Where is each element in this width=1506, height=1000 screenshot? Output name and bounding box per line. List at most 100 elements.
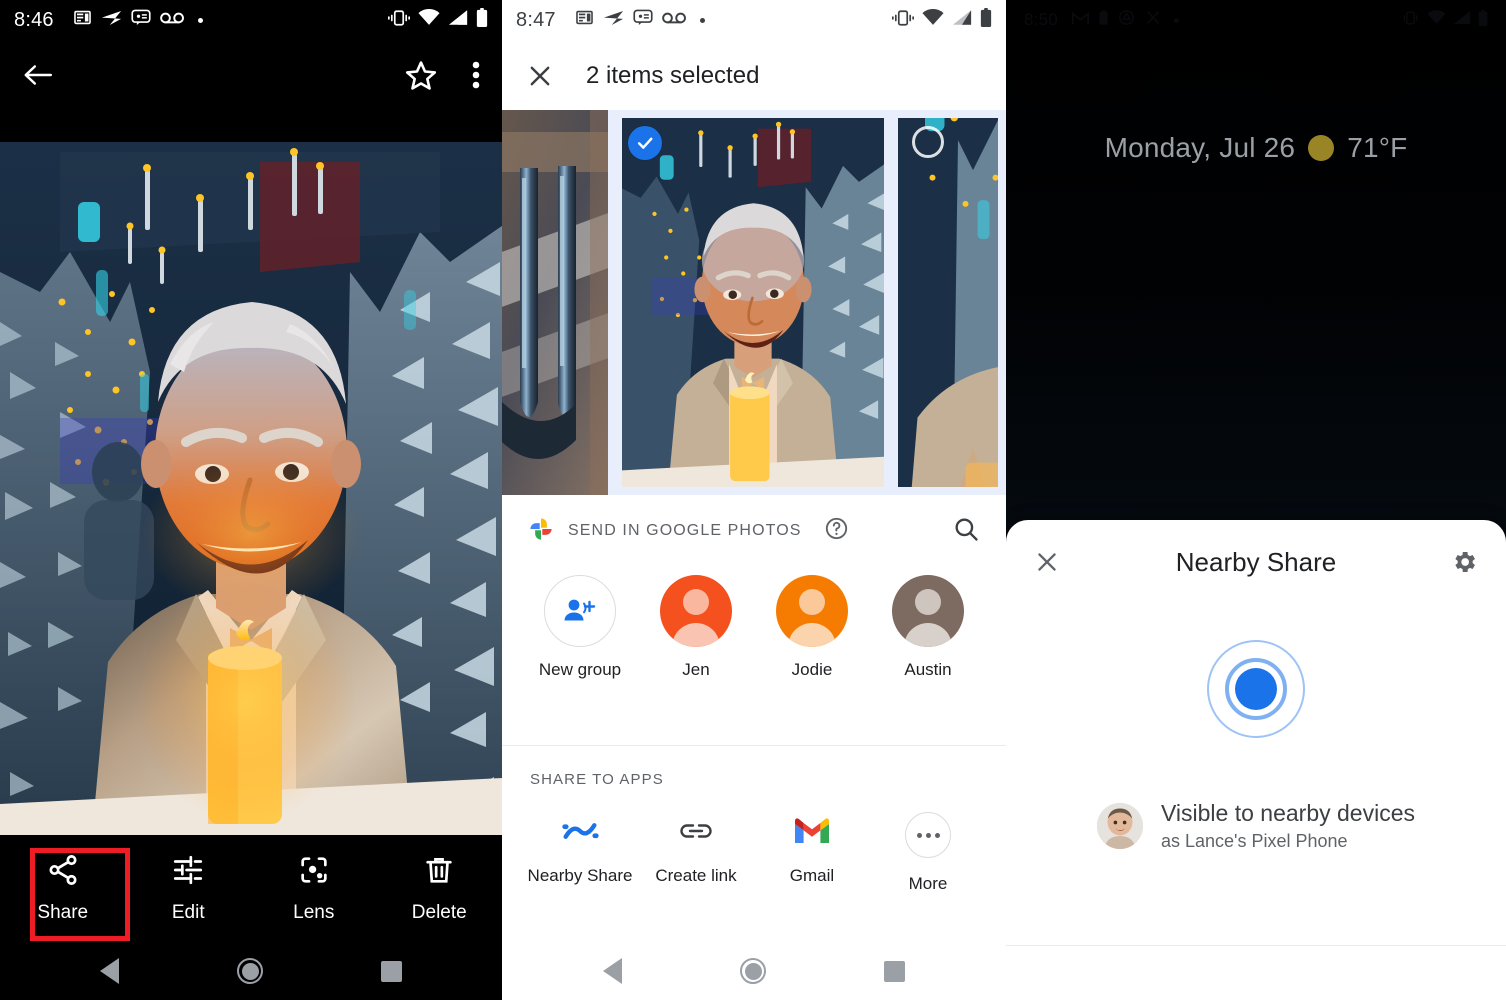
section-divider (502, 745, 1006, 746)
edit-button[interactable]: Edit (126, 835, 252, 942)
nearby-share-button[interactable]: Nearby Share (522, 812, 638, 922)
avatar (892, 575, 964, 647)
chat-icon (131, 9, 151, 31)
nav-back-icon[interactable] (100, 958, 119, 984)
thumbnail-selected-check[interactable] (628, 126, 662, 160)
sheet-title: Nearby Share (1175, 546, 1337, 577)
nav-home-icon[interactable] (740, 958, 766, 984)
radar-outer-ring (1207, 640, 1305, 738)
signal-icon (448, 9, 468, 31)
thumbnail-unselected-check[interactable] (912, 126, 944, 158)
news-icon (73, 8, 92, 32)
share-to-apps-row: Nearby Share Create link Gmail More (502, 812, 1006, 922)
thumbnail-image (614, 110, 892, 495)
link-icon (671, 812, 721, 850)
vibrate-icon (1401, 10, 1420, 30)
close-icon[interactable] (1034, 549, 1060, 575)
contact-new-group[interactable]: New group (522, 575, 638, 710)
wifi-icon (922, 8, 944, 31)
panel-photo-viewer: 8:46 Share Edit Lens Delete (0, 0, 502, 1000)
more-button[interactable]: More (870, 812, 986, 922)
contacts-row: New group Jen Jodie Austin (502, 575, 1006, 710)
photo-action-bar: Share Edit Lens Delete (0, 835, 502, 942)
delete-button[interactable]: Delete (377, 835, 503, 942)
contact-name: New group (538, 660, 622, 679)
status-bar: 8:50 (1006, 0, 1506, 40)
arrow-back-icon[interactable] (22, 61, 54, 89)
system-nav-bar (0, 942, 502, 1000)
avatar (776, 575, 848, 647)
nearby-share-icon (555, 812, 605, 850)
news-icon (575, 8, 594, 32)
more-horiz-icon (905, 812, 951, 858)
thumbnail-item[interactable] (614, 110, 892, 495)
battery-icon (980, 8, 992, 32)
dot-icon (934, 832, 940, 838)
nav-recents-icon[interactable] (381, 960, 402, 982)
status-time: 8:46 (14, 8, 54, 31)
thumbnail-item[interactable] (898, 110, 998, 495)
radar-core-dot (1235, 668, 1277, 710)
dot-icon (699, 17, 705, 23)
thumbnail-image (898, 110, 998, 495)
vibrate-icon (892, 9, 914, 31)
contact-jen[interactable]: Jen (638, 575, 754, 710)
visibility-row[interactable]: Visible to nearby devices as Lance's Pix… (1006, 800, 1506, 852)
status-bar-right (1401, 9, 1488, 31)
thumbnail-item[interactable] (502, 110, 608, 495)
gmail-button[interactable]: Gmail (754, 812, 870, 922)
status-bar-right (892, 8, 992, 32)
user-avatar (1097, 803, 1143, 849)
send-in-google-photos-row: SEND IN GOOGLE PHOTOS (502, 497, 1006, 565)
status-bar-left: 8:47 (516, 8, 705, 32)
signal-icon (1453, 10, 1471, 30)
lens-label: Lens (293, 902, 335, 923)
visibility-title: Visible to nearby devices (1161, 800, 1415, 826)
help-circle-icon[interactable] (824, 516, 849, 546)
nav-home-icon[interactable] (237, 958, 263, 984)
dot-icon (916, 832, 922, 838)
star-outline-icon[interactable] (404, 59, 438, 92)
send-icon (603, 9, 624, 32)
cloud-icon (1118, 10, 1135, 30)
thumbnail-image (502, 110, 608, 495)
edit-label: Edit (171, 902, 205, 923)
contact-austin[interactable]: Austin (870, 575, 986, 710)
contact-name: Jen (682, 660, 710, 679)
lens-icon (297, 853, 331, 892)
contact-name: Austin (904, 660, 952, 679)
share-to-apps-label: SHARE TO APPS (530, 771, 664, 788)
contact-jodie[interactable]: Jodie (754, 575, 870, 710)
lens-button[interactable]: Lens (251, 835, 377, 942)
new-group-icon (544, 575, 616, 647)
panel-share-sheet: 8:47 2 items selected SEND IN GOOGLE PHO… (502, 0, 1006, 1000)
gear-icon[interactable] (1450, 548, 1478, 576)
google-photos-icon (528, 516, 554, 547)
tune-icon (171, 853, 205, 892)
status-bar: 8:46 (0, 0, 502, 40)
app-name: More (908, 874, 948, 893)
lockscreen-date: Monday, Jul 26 (1104, 132, 1296, 163)
lockscreen-temperature: 71°F (1347, 132, 1408, 163)
close-icon[interactable] (526, 62, 554, 90)
share-sheet-appbar: 2 items selected (502, 44, 1006, 108)
visibility-texts: Visible to nearby devices as Lance's Pix… (1161, 800, 1415, 852)
share-button[interactable]: Share (0, 835, 126, 942)
photo-viewer-appbar (0, 44, 502, 106)
wifi-icon (418, 8, 440, 31)
nav-recents-icon[interactable] (884, 960, 905, 982)
photo-canvas[interactable] (0, 142, 502, 835)
battery-icon (1478, 9, 1488, 31)
status-bar-right (388, 8, 488, 32)
nav-back-icon[interactable] (603, 958, 622, 984)
dot-icon (1173, 17, 1179, 23)
scanning-radar-icon (1006, 640, 1506, 738)
contact-name: Jodie (791, 660, 833, 679)
more-vert-icon[interactable] (472, 61, 480, 89)
system-nav-bar (502, 942, 1006, 1000)
app-name: Create link (655, 866, 737, 885)
selected-thumbnails-strip[interactable] (502, 110, 1006, 495)
search-icon[interactable] (952, 515, 980, 548)
create-link-button[interactable]: Create link (638, 812, 754, 922)
page-title: 2 items selected (586, 62, 760, 89)
